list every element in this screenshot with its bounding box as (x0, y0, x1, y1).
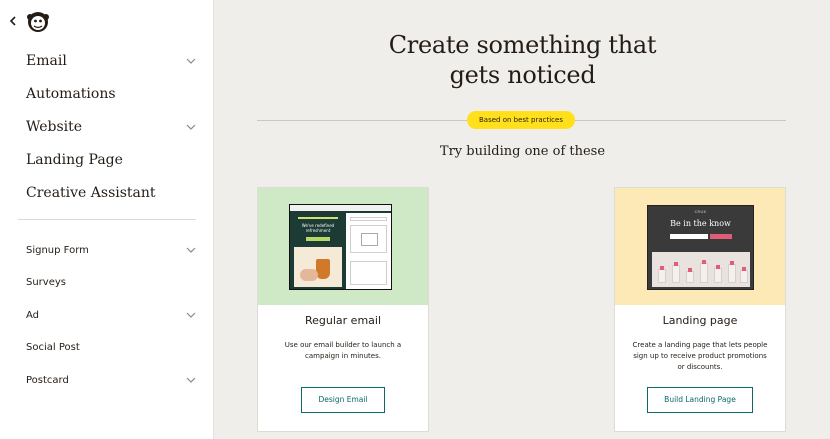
hand-illustration (300, 269, 318, 281)
email-preview-image: We've redefined refreshment (258, 188, 428, 305)
chevron-down-icon (186, 375, 196, 385)
sidebar-item-website[interactable]: Website (26, 110, 196, 143)
sidebar-item-postcard[interactable]: Postcard (26, 364, 196, 397)
sidebar-divider (18, 219, 196, 220)
card-description: Create a landing page that lets people s… (632, 341, 768, 371)
landing-mockup-brand: CRUX (694, 210, 707, 214)
sidebar-item-email[interactable]: Email (26, 44, 196, 77)
drink-illustration (316, 259, 330, 279)
sidebar-item-surveys[interactable]: Surveys (26, 267, 196, 300)
product-bottle (714, 265, 722, 283)
card-title: Landing page (662, 314, 738, 327)
landing-mockup-headline: Be in the know (670, 219, 731, 228)
sidebar-item-label: Automations (26, 85, 116, 102)
card-description: Use our email builder to launch a campai… (284, 341, 402, 360)
email-mockup-blocks-panel (346, 213, 391, 289)
main-content: Create something that gets noticed Based… (215, 0, 830, 439)
chevron-left-icon[interactable] (6, 14, 20, 28)
email-mockup: We've redefined refreshment (289, 204, 392, 290)
chevron-down-icon (186, 245, 196, 255)
section-subtitle: Try building one of these (439, 144, 606, 159)
page-title: Create something that gets noticed (215, 30, 830, 90)
chevron-down-icon (186, 310, 196, 320)
build-landing-page-button[interactable]: Build Landing Page (647, 387, 753, 413)
sidebar-item-automations[interactable]: Automations (26, 77, 196, 110)
design-email-button[interactable]: Design Email (301, 387, 385, 413)
sidebar-item-label: Postcard (26, 374, 69, 386)
sidebar-item-ad[interactable]: Ad (26, 299, 196, 332)
sidebar-item-label: Ad (26, 309, 40, 321)
landing-mockup: CRUX Be in the know (647, 205, 754, 290)
sidebar-item-label: Website (26, 118, 83, 135)
sidebar-item-label: Creative Assistant (26, 184, 156, 201)
sidebar-item-label: Social Post (26, 342, 80, 354)
landing-page-card[interactable]: CRUX Be in the know Landing page Create … (614, 187, 786, 432)
sidebar-secondary-nav: Signup Form Surveys Ad Social Post Postc… (26, 234, 196, 397)
landing-mockup-signup-button (710, 234, 732, 239)
sidebar-item-creative-assistant[interactable]: Creative Assistant (26, 176, 196, 209)
sidebar-item-landing-page[interactable]: Landing Page (26, 143, 196, 176)
product-bottle (672, 262, 680, 283)
sidebar-item-label: Landing Page (26, 151, 123, 168)
block-tile (350, 217, 387, 221)
sidebar-primary-nav: Email Automations Website Landing Page C… (26, 44, 196, 209)
chevron-down-icon (186, 122, 196, 132)
sidebar-item-label: Surveys (26, 277, 66, 289)
best-practices-badge: Based on best practices (467, 111, 575, 129)
email-mockup-tag (298, 217, 338, 219)
email-mockup-canvas: We've redefined refreshment (292, 213, 344, 289)
sidebar-item-social-post[interactable]: Social Post (26, 332, 196, 365)
sidebar-item-signup-form[interactable]: Signup Form (26, 234, 196, 267)
landing-preview-image: CRUX Be in the know (615, 188, 785, 305)
image-block-icon (350, 225, 387, 253)
chevron-down-icon (186, 56, 196, 66)
email-mockup-header (290, 205, 391, 211)
sidebar: Email Automations Website Landing Page C… (0, 0, 214, 439)
sidebar-item-label: Email (26, 52, 67, 69)
page-title-line-1: Create something that (388, 31, 657, 59)
regular-email-card[interactable]: We've redefined refreshment Regular emai… (257, 187, 429, 432)
sidebar-header (6, 6, 52, 36)
email-mockup-photo (294, 247, 342, 287)
product-bottle (700, 260, 708, 283)
sidebar-item-label: Signup Form (26, 244, 89, 256)
email-mockup-headline: We've redefined refreshment (301, 223, 335, 233)
product-bottle (658, 266, 666, 283)
card-title: Regular email (304, 314, 382, 327)
product-bottle (740, 267, 748, 283)
product-bottle (728, 261, 736, 283)
landing-mockup-email-input (670, 234, 708, 239)
product-bottle (686, 268, 694, 283)
page-title-line-2: gets noticed (449, 61, 596, 89)
text-block-icon (350, 261, 387, 285)
email-mockup-button (306, 237, 330, 241)
product-shelf (652, 252, 750, 287)
mailchimp-logo-icon[interactable] (24, 7, 52, 35)
